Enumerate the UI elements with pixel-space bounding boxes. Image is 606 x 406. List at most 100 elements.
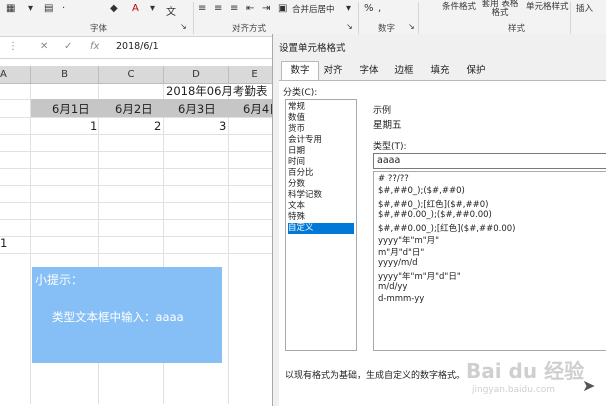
dialog-launcher-font-icon[interactable]: ↘: [180, 22, 187, 31]
category-scientific[interactable]: 科学记数: [288, 190, 352, 201]
group-number-label: 数字: [378, 24, 396, 34]
category-accounting[interactable]: 会计专用: [288, 135, 352, 146]
ribbon: ▦ ▾ ▤ · ◆ A ▾ 文 字体 ↘ ≡ ≡ ≡ ⇤ ⇥ ▣ 合并后居中 ▾…: [0, 0, 606, 37]
format-code-item[interactable]: $#,##0.00_);($#,##0.00): [378, 210, 492, 220]
grid-icon[interactable]: ▤: [44, 3, 53, 14]
watermark-site: jingyan.baidu.com: [472, 385, 556, 395]
type-input[interactable]: aaaa: [373, 153, 606, 169]
conditional-format-button[interactable]: 条件格式: [442, 0, 476, 12]
dialog-launcher-align-icon[interactable]: ↘: [346, 22, 353, 31]
fill-color-icon[interactable]: ◆: [110, 3, 118, 14]
phonetic-icon[interactable]: 文: [166, 3, 176, 18]
tab-fill[interactable]: 填充: [425, 62, 455, 80]
category-general[interactable]: 常规: [288, 102, 352, 113]
column-header-c[interactable]: C: [99, 66, 164, 84]
cursor-icon: ➤: [582, 376, 596, 395]
formula-input[interactable]: 2018/6/1: [116, 41, 159, 52]
date-cell[interactable]: 6月1日: [52, 101, 90, 117]
font-color-dropdown-icon[interactable]: ▾: [150, 3, 155, 14]
align-center-icon[interactable]: ≡: [214, 3, 222, 14]
grid-line: [0, 236, 280, 237]
group-separator: [193, 2, 194, 34]
category-date[interactable]: 日期: [288, 146, 352, 157]
format-code-item[interactable]: yyyy"年"m"月": [378, 234, 439, 246]
insert-button[interactable]: 插入: [576, 2, 593, 14]
format-code-item[interactable]: # ??/??: [378, 174, 409, 184]
sheet-title[interactable]: 2018年06月考勤表: [166, 83, 267, 99]
type-input-value: aaaa: [377, 155, 401, 166]
number-cell[interactable]: 3: [219, 119, 226, 133]
format-code-item[interactable]: $#,##0_);[红色]($#,##0): [378, 198, 488, 210]
grid-line: [0, 253, 280, 254]
tab-border[interactable]: 边框: [389, 62, 419, 80]
number-cell[interactable]: 2: [154, 119, 161, 133]
tab-alignment[interactable]: 对齐: [319, 62, 347, 80]
format-cells-dialog: 设置单元格格式 数字 对齐 字体 边框 填充 保护 分类(C): 常规 数值 货…: [272, 34, 606, 406]
group-separator: [358, 2, 359, 34]
watermark-logo: Bai du 经验: [466, 359, 585, 383]
grid-line: [0, 134, 280, 135]
align-right-icon[interactable]: ≡: [230, 3, 238, 14]
format-code-item[interactable]: $#,##0_);($#,##0): [378, 186, 465, 196]
tab-number[interactable]: 数字: [281, 61, 319, 81]
format-code-item[interactable]: $#,##0.00_);[红色]($#,##0.00): [378, 222, 516, 234]
format-code-item[interactable]: yyyy/m/d: [378, 258, 418, 268]
separator-dot: ·: [62, 3, 66, 14]
comma-icon[interactable]: ,: [378, 3, 381, 14]
name-box-dropdown-icon[interactable]: ⋮: [8, 41, 18, 52]
dialog-title: 设置单元格格式: [279, 43, 346, 54]
category-special[interactable]: 特殊: [288, 212, 352, 223]
category-fraction[interactable]: 分数: [288, 179, 352, 190]
insert-function-icon[interactable]: fx: [90, 41, 99, 52]
merge-icon[interactable]: ▣: [278, 3, 287, 14]
type-label: 类型(T):: [373, 142, 407, 152]
cell-styles-button[interactable]: 单元格样式: [526, 0, 569, 12]
date-cell[interactable]: 6月2日: [115, 101, 153, 117]
date-cell[interactable]: 6月3日: [178, 101, 216, 117]
group-styles-label: 样式: [508, 24, 526, 34]
tip-text: 类型文本框中输入：aaaa: [52, 310, 184, 324]
format-code-item[interactable]: m"月"d"日": [378, 246, 424, 258]
group-font-label: 字体: [90, 24, 108, 34]
format-code-item[interactable]: d-mmm-yy: [378, 294, 424, 304]
grid-line: [0, 202, 280, 203]
dialog-launcher-number-icon[interactable]: ↘: [408, 22, 415, 31]
cancel-icon[interactable]: ✕: [40, 41, 48, 52]
group-alignment-label: 对齐方式: [232, 24, 267, 34]
format-as-table-button[interactable]: 套用 表格格式: [480, 0, 520, 18]
category-currency[interactable]: 货币: [288, 124, 352, 135]
row-number: 1: [0, 236, 8, 250]
category-time[interactable]: 时间: [288, 157, 352, 168]
enter-icon[interactable]: ✓: [64, 41, 72, 52]
format-code-list[interactable]: # ??/?? $#,##0_);($#,##0) $#,##0_);[红色](…: [373, 171, 606, 351]
category-text[interactable]: 文本: [288, 201, 352, 212]
tab-font[interactable]: 字体: [355, 62, 383, 80]
sample-label: 示例: [373, 106, 392, 116]
percent-icon[interactable]: %: [364, 3, 374, 14]
format-code-item[interactable]: yyyy"年"m"月"d"日": [378, 270, 461, 282]
border-icon[interactable]: ▦: [6, 3, 15, 14]
category-custom[interactable]: 自定义: [288, 223, 354, 234]
tip-title: 小提示：: [35, 273, 84, 287]
sample-value: 星期五: [373, 120, 402, 131]
number-cell[interactable]: 1: [90, 119, 97, 133]
category-number[interactable]: 数值: [288, 113, 352, 124]
borders-dropdown-icon[interactable]: ▾: [28, 3, 33, 14]
footnote: 以现有格式为基础，生成自定义的数字格式。: [285, 371, 466, 381]
grid-line: [0, 117, 280, 118]
merge-dropdown-icon[interactable]: ▾: [346, 3, 351, 14]
align-left-icon[interactable]: ≡: [198, 3, 206, 14]
category-percentage[interactable]: 百分比: [288, 168, 352, 179]
column-header-a[interactable]: A: [0, 66, 31, 84]
indent-icon[interactable]: ⇤: [246, 3, 254, 14]
category-list[interactable]: 常规 数值 货币 会计专用 日期 时间 百分比 分数 科学记数 文本 特殊 自定…: [285, 99, 357, 351]
column-header-b[interactable]: B: [31, 66, 99, 84]
grid-line: [228, 84, 229, 404]
grid-line: [0, 219, 280, 220]
font-color-icon[interactable]: A: [132, 3, 139, 14]
tab-protection[interactable]: 保护: [461, 62, 491, 80]
column-header-d[interactable]: D: [164, 66, 229, 84]
outdent-icon[interactable]: ⇥: [262, 3, 270, 14]
merge-center-button[interactable]: 合并后居中: [292, 3, 335, 15]
format-code-item[interactable]: m/d/yy: [378, 282, 407, 292]
